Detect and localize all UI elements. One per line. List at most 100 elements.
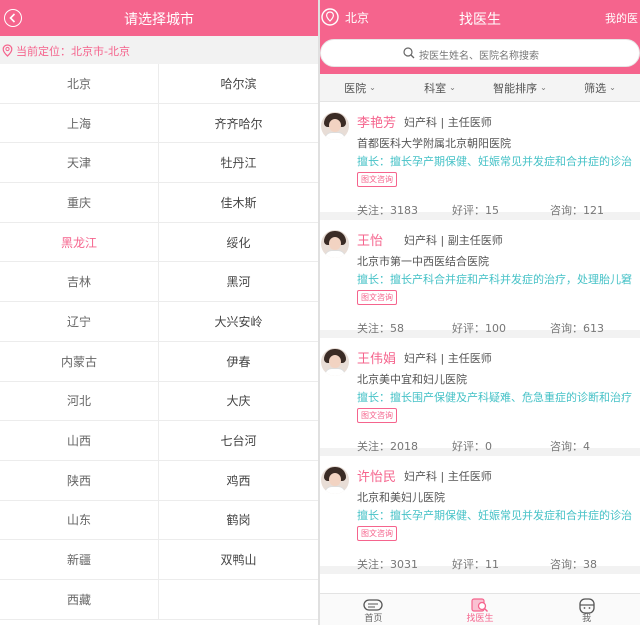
city-item[interactable]: 鹤岗 xyxy=(159,501,318,540)
filter-department[interactable]: 科室 ⌄ xyxy=(400,74,480,101)
search-input[interactable]: 按医生姓名、医院名称搜索 xyxy=(320,39,640,67)
current-location-bar[interactable]: 当前定位：北京市-北京 xyxy=(0,36,318,64)
consult-count: 咨询：38 xyxy=(550,558,597,571)
filter-sort[interactable]: 智能排序 ⌄ xyxy=(480,74,560,101)
filter-screen[interactable]: 筛选 ⌄ xyxy=(560,74,640,101)
city-item[interactable]: 七台河 xyxy=(159,421,318,460)
doctor-card[interactable]: 许怡民 妇产科 | 主任医师北京和美妇儿医院擅长：擅长孕产期保健、妊娠常见并发症和… xyxy=(320,456,640,574)
filter-label: 医院 xyxy=(344,81,367,95)
province-item[interactable]: 上海 xyxy=(0,103,159,143)
consult-count: 咨询：4 xyxy=(550,440,590,453)
chevron-down-icon: ⌄ xyxy=(609,83,616,92)
city-row: 重庆 佳木斯 xyxy=(0,183,318,223)
tab-me[interactable]: 我 xyxy=(533,594,640,625)
city-item[interactable]: 黑河 xyxy=(159,262,318,301)
current-location-text: 当前定位：北京市-北京 xyxy=(16,45,130,58)
city-item[interactable]: 哈尔滨 xyxy=(159,64,318,103)
city-row: 辽宁 大兴安岭 xyxy=(0,302,318,342)
follow-count: 关注：3031 xyxy=(357,558,418,571)
doctor-hospital: 北京美中宜和妇儿医院 xyxy=(357,373,467,386)
province-item[interactable]: 山东 xyxy=(0,500,159,540)
home-icon xyxy=(363,599,383,611)
tab-home[interactable]: 首页 xyxy=(320,594,427,625)
province-item[interactable]: 河北 xyxy=(0,381,159,421)
doctor-hospital: 北京市第一中西医结合医院 xyxy=(357,255,489,268)
page-title: 找医生 xyxy=(459,12,501,28)
chevron-down-icon: ⌄ xyxy=(449,83,456,92)
doctor-avatar xyxy=(321,230,349,258)
tab-label: 找医生 xyxy=(466,614,494,624)
doctor-name: 王怡 xyxy=(357,234,384,249)
doctor-hospital: 首都医科大学附属北京朝阳医院 xyxy=(357,137,511,150)
doctor-title: 妇产科 | 副主任医师 xyxy=(404,234,503,247)
rating-count: 好评：100 xyxy=(452,322,506,335)
city-item[interactable]: 双鸭山 xyxy=(159,540,318,579)
city-row: 吉林 黑河 xyxy=(0,262,318,303)
city-row: 山西 七台河 xyxy=(0,421,318,461)
filter-bar: 医院 ⌄ 科室 ⌄ 智能排序 ⌄ 筛选 ⌄ xyxy=(320,74,640,102)
province-item[interactable]: 山西 xyxy=(0,421,159,460)
province-item[interactable]: 内蒙古 xyxy=(0,341,159,381)
province-item[interactable]: 陕西 xyxy=(0,460,159,500)
consult-tag[interactable]: 图文咨询 xyxy=(357,290,397,305)
province-item[interactable]: 天津 xyxy=(0,143,159,183)
location-pin-icon xyxy=(2,44,13,57)
filter-label: 科室 xyxy=(424,81,447,95)
doctor-card[interactable]: 李艳芳 妇产科 | 主任医师 首都医科大学附属北京朝阳医院 擅长：擅长孕产期保健、妊娠… xyxy=(320,102,640,220)
follow-count: 关注：3183 xyxy=(357,204,418,217)
city-item[interactable]: 佳木斯 xyxy=(159,183,318,222)
province-item[interactable]: 吉林 xyxy=(0,262,159,302)
doctor-specialty: 擅长：擅长孕产期保健、妊娠常见并发症和合并症的诊治 xyxy=(357,509,632,522)
doctor-specialty: 擅长：擅长产科合并症和产科并发症的治疗，处理胎儿窘 xyxy=(357,273,632,286)
city-row: 陕西 鸡西 xyxy=(0,460,318,501)
province-item[interactable]: 北京 xyxy=(0,64,159,103)
consult-count: 咨询：121 xyxy=(550,204,604,217)
doctor-hospital: 北京和美妇儿医院 xyxy=(357,491,445,504)
search-icon xyxy=(403,47,415,59)
city-picker-panel: 请选择城市 当前定位：北京市-北京 北京 哈尔滨 上海 齐齐哈尔 天津 牡丹江 重庆 佳木斯黑… xyxy=(0,0,318,625)
city-row: 北京 哈尔滨 xyxy=(0,64,318,104)
page-title: 请选择城市 xyxy=(124,12,194,28)
my-doctor-link[interactable]: 我的医 xyxy=(605,10,638,26)
province-item[interactable]: 重庆 xyxy=(0,183,159,222)
tab-find-doctor[interactable]: 找医生 xyxy=(427,594,534,625)
doctor-title: 妇产科 | 主任医师 xyxy=(404,470,492,483)
city-item xyxy=(159,580,318,619)
chevron-down-icon: ⌄ xyxy=(540,83,547,92)
doctor-title: 妇产科 | 主任医师 xyxy=(404,116,492,129)
city-item[interactable]: 齐齐哈尔 xyxy=(159,104,318,143)
doctor-name: 许怡民 xyxy=(357,470,397,485)
province-item[interactable]: 黑龙江 xyxy=(0,222,159,262)
city-item[interactable]: 绥化 xyxy=(159,223,318,262)
follow-count: 关注：58 xyxy=(357,322,404,335)
consult-count: 咨询：613 xyxy=(550,322,604,335)
consult-tag[interactable]: 图文咨询 xyxy=(357,526,397,541)
city-list: 北京 哈尔滨 上海 齐齐哈尔 天津 牡丹江 重庆 佳木斯 黑龙江 绥化 吉林 黑河 辽宁 大兴安岭 内蒙古伊… xyxy=(0,64,318,620)
province-item[interactable]: 辽宁 xyxy=(0,302,159,341)
rating-count: 好评：11 xyxy=(452,558,499,571)
province-item[interactable]: 新疆 xyxy=(0,540,159,579)
city-item[interactable]: 鸡西 xyxy=(159,461,318,500)
rating-count: 好评：15 xyxy=(452,204,499,217)
city-item[interactable]: 伊春 xyxy=(159,342,318,381)
city-row: 西藏 xyxy=(0,579,318,620)
city-row: 河北 大庆 xyxy=(0,381,318,422)
city-row: 新疆 双鸭山 xyxy=(0,540,318,580)
doctor-title: 妇产科 | 主任医师 xyxy=(404,352,492,365)
city-row: 山东 鹤岗 xyxy=(0,500,318,541)
consult-tag[interactable]: 图文咨询 xyxy=(357,408,397,423)
doctor-specialty: 擅长：擅长围产保健及产科疑难、危急重症的诊断和治疗 xyxy=(357,391,632,404)
filter-label: 智能排序 xyxy=(493,81,538,95)
doctor-name: 王伟娟 xyxy=(357,352,397,367)
consult-tag[interactable]: 图文咨询 xyxy=(357,172,397,187)
city-item[interactable]: 大兴安岭 xyxy=(159,302,318,341)
province-item[interactable]: 西藏 xyxy=(0,579,159,619)
doctor-card[interactable]: 王伟娟 妇产科 | 主任医师北京美中宜和妇儿医院擅长：擅长围产保健及产科疑难、危急… xyxy=(320,338,640,456)
city-item[interactable]: 牡丹江 xyxy=(159,143,318,182)
city-item[interactable]: 大庆 xyxy=(159,382,318,421)
search-placeholder: 按医生姓名、医院名称搜索 xyxy=(419,51,539,62)
filter-hospital[interactable]: 医院 ⌄ xyxy=(320,74,400,101)
doctor-list: 李艳芳 妇产科 | 主任医师 首都医科大学附属北京朝阳医院 擅长：擅长孕产期保健、妊娠… xyxy=(320,102,640,574)
doctor-card[interactable]: 王怡 妇产科 | 副主任医师北京市第一中西医结合医院擅长：擅长产科合并症和产科并发… xyxy=(320,220,640,338)
find-doctor-header: 北京 找医生 我的医 按医生姓名、医院名称搜索 xyxy=(320,0,640,74)
